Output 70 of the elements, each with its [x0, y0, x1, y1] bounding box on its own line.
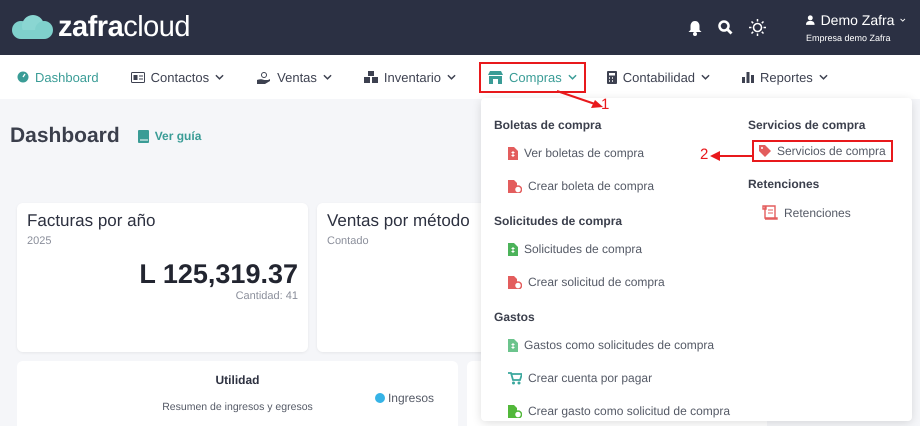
- chevron-down-icon: [818, 74, 828, 80]
- card-title: Ventas por método: [327, 211, 470, 231]
- sun-icon[interactable]: [749, 19, 766, 36]
- page-title: Dashboard: [10, 124, 120, 148]
- nav-tab[interactable]: Reportes: [733, 62, 837, 92]
- cloud-logo-icon: [10, 14, 54, 40]
- nav-label: Compras: [509, 70, 562, 84]
- nav-tab[interactable]: Contactos: [122, 62, 234, 92]
- bell-icon[interactable]: [688, 20, 702, 36]
- hand-icon: [256, 70, 272, 84]
- menu-item[interactable]: Servicios de compra: [752, 140, 893, 162]
- menu-item-label: Retenciones: [784, 206, 851, 220]
- nav-label: Contactos: [150, 70, 210, 84]
- menu-item[interactable]: Crear gasto como solicitud de compra: [506, 402, 732, 420]
- chevron-down-icon: [322, 74, 332, 80]
- section-title: Retenciones: [748, 177, 820, 191]
- menu-item-label: Crear cuenta por pagar: [528, 371, 652, 385]
- chevron-down-icon: [900, 17, 906, 23]
- menu-item[interactable]: Ver boletas de compra: [506, 144, 646, 162]
- boxes-icon: [364, 71, 378, 83]
- section-title: Boletas de compra: [494, 118, 602, 132]
- chevron-down-icon: [701, 74, 710, 80]
- card-title: Facturas por año: [27, 211, 156, 231]
- card-subtitle: 2025: [27, 235, 52, 247]
- nav-label: Inventario: [384, 70, 442, 84]
- card-title: Utilidad: [216, 373, 260, 387]
- menu-item-label: Crear boleta de compra: [528, 179, 654, 193]
- menu-item[interactable]: Gastos como solicitudes de compra: [506, 336, 716, 354]
- company-name: Empresa demo Zafra: [806, 33, 892, 43]
- nav-label: Ventas: [277, 70, 317, 84]
- menu-item-label: Solicitudes de compra: [524, 242, 642, 256]
- chevron-down-icon: [215, 74, 224, 80]
- menu-item[interactable]: Crear boleta de compra: [506, 177, 656, 195]
- nav-label: Contabilidad: [622, 70, 696, 84]
- chevron-down-icon: [447, 74, 456, 80]
- search-icon[interactable]: [718, 20, 733, 35]
- legend-label: Ingresos: [388, 391, 434, 405]
- annotation-number: 1: [601, 96, 610, 113]
- section-title: Servicios de compra: [748, 118, 866, 132]
- gauge-icon: [17, 71, 29, 83]
- menu-item-label: Servicios de compra: [777, 144, 886, 158]
- user-name[interactable]: Demo Zafra: [820, 12, 894, 28]
- store-icon: [488, 70, 504, 84]
- amount-value: L 125,319.37: [139, 259, 298, 290]
- nav-tab[interactable]: Ventas: [247, 62, 341, 92]
- card-subtitle: Contado: [327, 235, 370, 247]
- menu-item-label: Crear gasto como solicitud de compra: [528, 404, 730, 418]
- nav-label: Reportes: [760, 70, 813, 84]
- calculator-icon: [606, 70, 617, 84]
- logo-text: zafracloud: [58, 11, 190, 44]
- menu-item[interactable]: Retenciones: [760, 203, 853, 222]
- menu-item-label: Gastos como solicitudes de compra: [524, 338, 714, 352]
- annotation-number: 2: [700, 146, 708, 163]
- menu-item[interactable]: Solicitudes de compra: [506, 240, 644, 258]
- chevron-down-icon: [568, 74, 577, 80]
- menu-item[interactable]: Crear cuenta por pagar: [506, 369, 654, 387]
- bar-chart-icon: [742, 71, 754, 83]
- menu-item-label: Crear solicitud de compra: [528, 275, 665, 289]
- card-subtitle: Resumen de ingresos y egresos: [162, 401, 313, 413]
- annotation-arrow: [710, 150, 754, 162]
- menu-item[interactable]: Crear solicitud de compra: [506, 273, 667, 291]
- section-title: Gastos: [494, 310, 536, 324]
- nav-tab[interactable]: Inventario: [354, 62, 466, 92]
- section-title: Solicitudes de compra: [494, 214, 624, 228]
- id-card-icon: [130, 72, 145, 82]
- book-icon: [138, 130, 149, 142]
- nav-tab[interactable]: Contabilidad: [598, 62, 720, 92]
- menu-item-label: Ver boletas de compra: [524, 146, 644, 160]
- count-text: Cantidad: 41: [236, 290, 298, 302]
- nav-label: Dashboard: [35, 70, 99, 84]
